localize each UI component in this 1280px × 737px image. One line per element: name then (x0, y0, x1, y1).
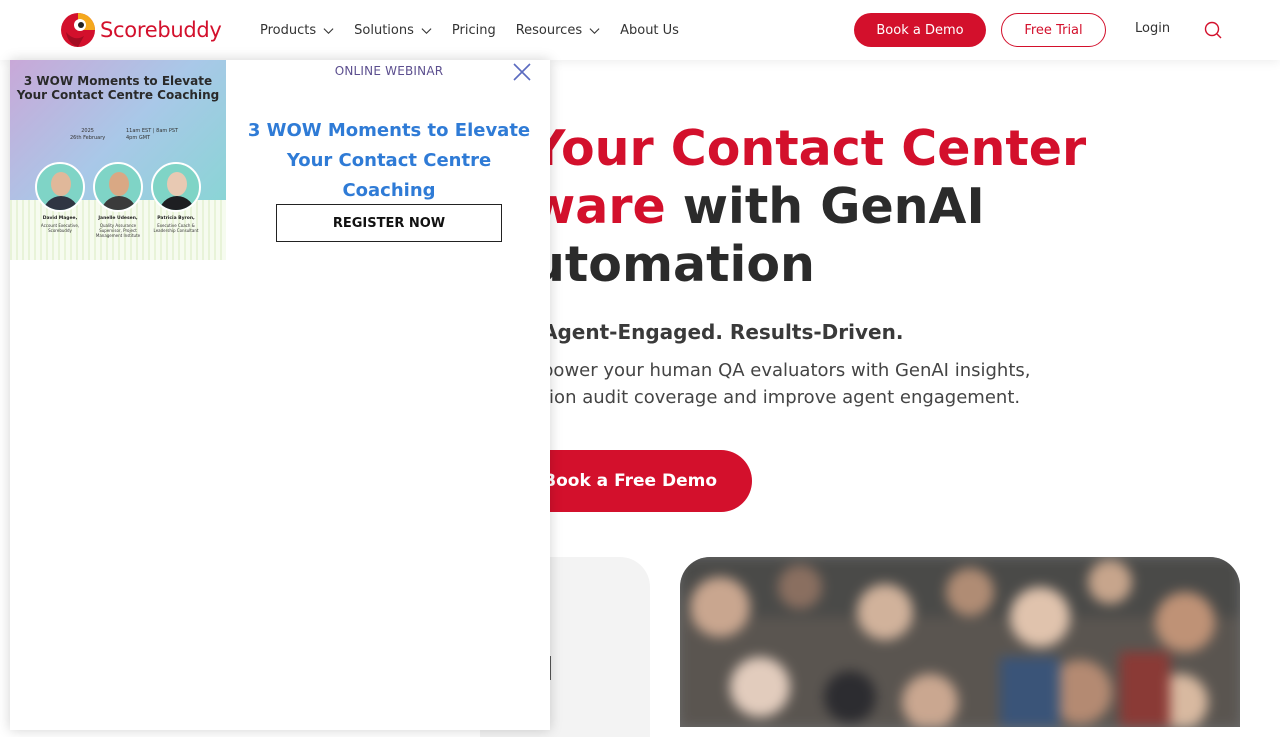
nav-label: Products (260, 22, 317, 38)
scorebuddy-logo[interactable]: Scorebuddy (60, 11, 222, 49)
speaker-name: David Magee, (42, 216, 78, 221)
hero-description-line-2: tion audit coverage and improve agent en… (542, 387, 1021, 408)
hero-heading-red-word: ware (530, 178, 666, 235)
speaker-avatar (151, 162, 201, 212)
hero-subtitle: Agent-Engaged. Results-Driven. (542, 320, 904, 344)
nav-resources[interactable]: Resources (516, 23, 600, 38)
speaker-avatar (93, 162, 143, 212)
book-demo-button[interactable]: Book a Demo (854, 13, 986, 47)
nav-label: Pricing (451, 22, 496, 38)
nav-label: Resources (515, 22, 583, 38)
speaker-role: Executive Coach & Leadership Consultant (153, 223, 199, 233)
poster-time-2: 4pm GMT (126, 135, 151, 141)
hero-heading-line-3: utomation (530, 236, 815, 293)
hero-heading-dark-text: with GenAI (665, 178, 985, 235)
nav-pricing[interactable]: Pricing (452, 23, 496, 38)
hero-heading-line-1: Your Contact Center (530, 120, 1087, 177)
close-icon[interactable] (512, 62, 532, 82)
nav-about-us[interactable]: About Us (620, 23, 679, 38)
speaker-name: Janelle Udesen, (98, 216, 138, 221)
nav-label: About Us (620, 22, 679, 38)
speaker-role: Quality Assurance Supervisor, Project Ma… (95, 223, 141, 238)
hero-description-line-1: power your human QA evaluators with GenA… (542, 360, 1031, 381)
poster-date-day: 26th February (70, 135, 106, 141)
chevron-down-icon (323, 27, 334, 34)
nav-label: Solutions (354, 22, 414, 38)
site-header: Scorebuddy Products Solutions Pricing Re… (0, 0, 1280, 60)
chevron-down-icon (589, 27, 600, 34)
poster-time-1: 11am EST | 8am PST (126, 128, 179, 134)
register-now-button[interactable]: REGISTER NOW (276, 204, 502, 242)
poster-date-year: 2025 (81, 128, 94, 134)
speaker-name: Patricia Byron, (157, 216, 195, 221)
webinar-popup: 3 WOW Moments to Elevate Your Contact Ce… (10, 60, 550, 730)
main-nav: Products Solutions Pricing Resources Abo… (260, 0, 699, 60)
login-link[interactable]: Login (1135, 21, 1170, 36)
speaker-role: Account Executive, Scorebuddy (40, 223, 80, 233)
chevron-down-icon (421, 27, 432, 34)
poster-title: 3 WOW Moments to Elevate Your Contact Ce… (16, 74, 220, 102)
poster-time: 11am EST | 8am PST 4pm GMT (126, 128, 178, 142)
crowd-image (680, 557, 1240, 727)
popup-eyebrow: ONLINE WEBINAR (334, 64, 444, 78)
free-trial-button[interactable]: Free Trial (1001, 13, 1106, 47)
hero-description: power your human QA evaluators with GenA… (542, 357, 1031, 411)
crowd-photo (680, 557, 1240, 727)
webinar-poster[interactable]: 3 WOW Moments to Elevate Your Contact Ce… (10, 60, 226, 260)
poster-date: 2025 26th February (70, 128, 105, 142)
logo-text: Scorebuddy (100, 18, 222, 42)
nav-products[interactable]: Products (260, 23, 334, 38)
nav-solutions[interactable]: Solutions (354, 23, 432, 38)
parrot-logo-icon (61, 13, 95, 47)
speaker-avatar (35, 162, 85, 212)
popup-title: 3 WOW Moments to Elevate Your Contact Ce… (247, 120, 531, 201)
hero-heading-line-2: ware with GenAI (530, 178, 985, 235)
search-icon[interactable] (1203, 20, 1223, 40)
